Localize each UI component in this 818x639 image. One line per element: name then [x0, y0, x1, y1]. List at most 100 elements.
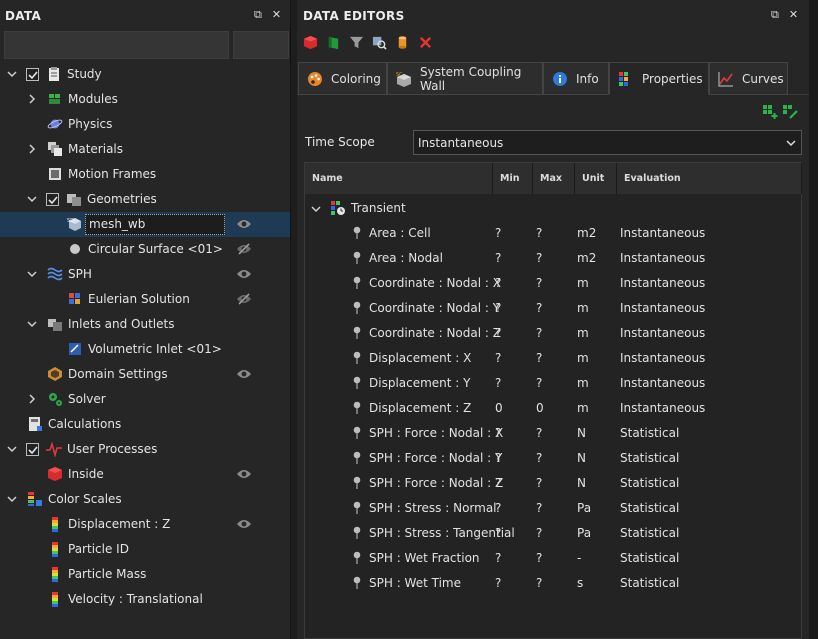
property-max: ? [536, 476, 543, 490]
eye-icon[interactable] [236, 218, 252, 230]
column-header-min[interactable]: Min [493, 163, 533, 194]
float-panel-icon[interactable]: ⧉ [254, 8, 262, 22]
eye-icon[interactable] [236, 368, 252, 380]
tree-item[interactable]: Velocity : Translational [0, 587, 290, 612]
table-row[interactable]: SPH : Force : Nodal : Y?? N Statistical [305, 446, 802, 471]
tab-coloring[interactable]: Coloring [298, 62, 387, 95]
eye-icon[interactable] [236, 268, 252, 280]
cylinder-icon[interactable] [394, 34, 411, 51]
table-row[interactable]: Coordinate : Nodal : Z?? m Instantaneous [305, 321, 802, 346]
property-min: ? [495, 576, 502, 590]
green-flag-icon[interactable] [325, 34, 342, 51]
tree-item[interactable]: Materials [0, 137, 290, 162]
tree-item[interactable]: Inside [0, 462, 290, 487]
edit-property-icon[interactable] [782, 104, 798, 123]
pin-icon [352, 326, 362, 340]
tree-item[interactable]: Circular Surface <01> [0, 237, 290, 262]
eye-icon[interactable] [236, 518, 252, 530]
tree-item[interactable]: User Processes [0, 437, 290, 462]
properties-actions [762, 104, 798, 123]
tree-item[interactable]: Calculations [0, 412, 290, 437]
property-name: Displacement : X [369, 351, 472, 365]
tab-info[interactable]: Info [543, 62, 609, 95]
chevron-down-icon[interactable] [6, 443, 18, 455]
tab-system-coupling-wall[interactable]: SC System Coupling Wall [387, 62, 543, 95]
tree-item[interactable]: SD mesh_wb [0, 212, 290, 237]
tree-item[interactable]: Physics [0, 112, 290, 137]
chevron-down-icon[interactable] [6, 493, 18, 505]
tree-item[interactable]: Particle ID [0, 537, 290, 562]
table-row[interactable]: SPH : Force : Nodal : X?? N Statistical [305, 421, 802, 446]
property-unit: N [577, 476, 586, 490]
table-row[interactable]: Displacement : Y?? m Instantaneous [305, 371, 802, 396]
table-row[interactable]: Coordinate : Nodal : Y?? m Instantaneous [305, 296, 802, 321]
column-header-evaluation[interactable]: Evaluation [617, 163, 802, 194]
tree-item[interactable]: Displacement : Z [0, 512, 290, 537]
group-row-transient[interactable]: Transient [305, 196, 802, 221]
column-header-max[interactable]: Max [533, 163, 575, 194]
chevron-down-icon[interactable] [26, 268, 38, 280]
table-row[interactable]: Coordinate : Nodal : X?? m Instantaneous [305, 271, 802, 296]
table-row[interactable]: SPH : Wet Fraction?? - Statistical [305, 546, 802, 571]
calculator-icon [27, 416, 43, 432]
table-row[interactable]: Area : Cell?? m2 Instantaneous [305, 221, 802, 246]
table-row[interactable]: SPH : Stress : Normal?? Pa Statistical [305, 496, 802, 521]
tab-properties[interactable]: Properties [609, 62, 709, 95]
table-row[interactable]: SPH : Stress : Tangential?? Pa Statistical [305, 521, 802, 546]
rename-input[interactable]: mesh_wb [85, 214, 225, 235]
eye-hidden-icon[interactable] [236, 243, 252, 255]
property-unit: m [577, 351, 589, 365]
tree-item[interactable]: Geometries [0, 187, 290, 212]
table-row[interactable]: Displacement : Z 0 0 m Instantaneous [305, 396, 802, 421]
property-name: SPH : Stress : Normal [369, 501, 497, 515]
tree-item[interactable]: Eulerian Solution [0, 287, 290, 312]
tree-item[interactable]: Volumetric Inlet <01> [0, 337, 290, 362]
delete-icon[interactable] [417, 34, 434, 51]
table-row[interactable]: Displacement : X?? m Instantaneous [305, 346, 802, 371]
close-panel-icon[interactable]: ✕ [789, 8, 798, 22]
table-row[interactable]: SPH : Force : Nodal : Z?? N Statistical [305, 471, 802, 496]
tree-item[interactable]: Inlets and Outlets [0, 312, 290, 337]
chevron-down-icon[interactable] [311, 203, 321, 213]
tab-curves[interactable]: Curves [709, 62, 788, 95]
eye-hidden-icon[interactable] [236, 293, 252, 305]
table-row[interactable]: SPH : Wet Time?? s Statistical [305, 571, 802, 596]
property-name: SPH : Stress : Tangential [369, 526, 515, 540]
search-data-icon[interactable] [371, 34, 388, 51]
visibility-checkbox[interactable] [26, 68, 39, 81]
tree-item[interactable]: SPH [0, 262, 290, 287]
tree-filter-input[interactable] [4, 31, 229, 59]
chevron-right-icon[interactable] [26, 143, 38, 155]
chevron-right-icon[interactable] [26, 393, 38, 405]
table-row[interactable]: Area : Nodal?? m2 Instantaneous [305, 246, 802, 271]
data-panel-window-controls: ⧉ ✕ [254, 8, 281, 22]
chevron-down-icon[interactable] [6, 68, 18, 80]
tree-item-label: SPH [68, 267, 92, 281]
filter-icon[interactable] [348, 34, 365, 51]
tree-item[interactable]: Domain Settings [0, 362, 290, 387]
tree-item[interactable]: Particle Mass [0, 562, 290, 587]
eye-icon[interactable] [236, 468, 252, 480]
add-property-icon[interactable] [762, 104, 778, 123]
tree-filter-options[interactable] [233, 31, 289, 59]
tree-item[interactable]: Modules [0, 87, 290, 112]
chevron-down-icon[interactable] [26, 318, 38, 330]
geometries-icon [66, 191, 82, 207]
time-scope-select[interactable]: Instantaneous [413, 130, 802, 155]
close-panel-icon[interactable]: ✕ [272, 8, 281, 22]
property-max: ? [536, 301, 543, 315]
visibility-checkbox[interactable] [26, 443, 39, 456]
tree-item[interactable]: Color Scales [0, 487, 290, 512]
column-header-unit[interactable]: Unit [575, 163, 617, 194]
property-name: SPH : Wet Time [369, 576, 461, 590]
tree-item[interactable]: Solver [0, 387, 290, 412]
visibility-checkbox[interactable] [46, 193, 59, 206]
tree-item[interactable]: Study [0, 62, 290, 87]
tree-item[interactable]: Motion Frames [0, 162, 290, 187]
chevron-right-icon[interactable] [26, 93, 38, 105]
red-cube-icon[interactable] [302, 34, 319, 51]
column-header-name[interactable]: Name [305, 163, 493, 194]
chevron-down-icon[interactable] [26, 193, 38, 205]
svg-text:SD: SD [67, 218, 74, 224]
float-panel-icon[interactable]: ⧉ [771, 8, 779, 22]
